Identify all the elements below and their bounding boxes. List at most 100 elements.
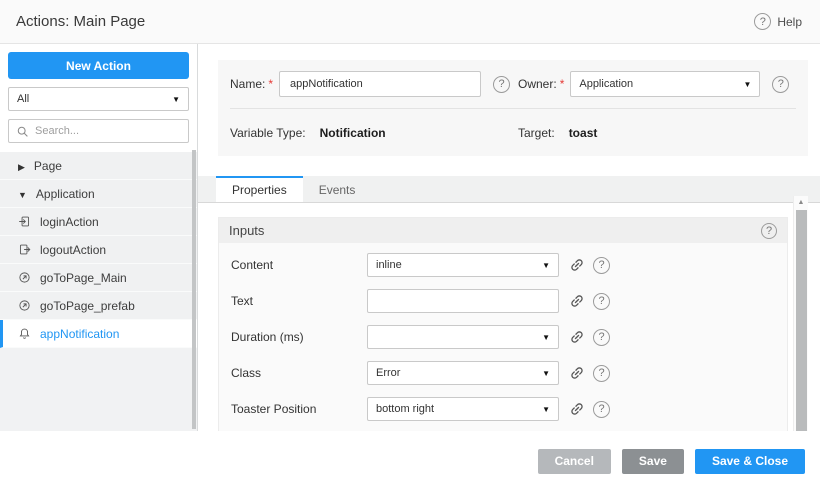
- dialog-footer: Cancel Save Save & Close: [0, 431, 820, 491]
- scrollbar-thumb[interactable]: [796, 210, 807, 431]
- inputs-section-header: Inputs: [219, 218, 787, 243]
- name-field-group: Name: *: [230, 71, 518, 97]
- sidebar-controls: New Action All: [0, 44, 197, 152]
- bind-link-icon[interactable]: [569, 401, 585, 417]
- tree-item-label: loginAction: [40, 215, 99, 229]
- name-help-icon[interactable]: [493, 76, 510, 93]
- field-help-icon[interactable]: [593, 329, 610, 346]
- field-help-icon[interactable]: [593, 293, 610, 310]
- action-filter-select[interactable]: All: [8, 87, 189, 111]
- tree-item-logoutaction[interactable]: logoutAction: [0, 236, 197, 264]
- chevron-down-icon: [542, 259, 550, 271]
- cancel-button[interactable]: Cancel: [538, 449, 611, 474]
- form-row-text: Text: [219, 283, 787, 319]
- bind-link-icon[interactable]: [569, 329, 585, 345]
- variable-type-value: Notification: [320, 126, 386, 140]
- form-row-content: Content inline: [219, 247, 787, 283]
- scroll-up-icon[interactable]: [794, 196, 808, 208]
- goto-page-icon: [18, 271, 31, 284]
- dialog-header: Actions: Main Page Help: [0, 0, 820, 44]
- tree-item-page[interactable]: Page: [0, 152, 197, 180]
- page-title: Actions: Main Page: [16, 13, 145, 30]
- content-select[interactable]: inline: [367, 253, 559, 277]
- name-input[interactable]: [279, 71, 481, 97]
- actions-sidebar: New Action All Page Application loginActio…: [0, 44, 198, 431]
- field-label: Class: [231, 366, 367, 380]
- tree-item-label: logoutAction: [40, 243, 106, 257]
- search-icon: [16, 125, 29, 138]
- properties-scrollbar[interactable]: [793, 196, 808, 431]
- tree-item-appnotification[interactable]: appNotification: [0, 320, 197, 348]
- variable-type-group: Variable Type: Notification: [230, 126, 518, 140]
- save-close-button[interactable]: Save & Close: [695, 449, 805, 474]
- tree-item-label: Page: [34, 159, 62, 173]
- search-box: [8, 119, 189, 143]
- chevron-down-icon: [172, 93, 180, 105]
- action-info-panel: Name: * Owner: * Application: [218, 60, 808, 156]
- field-value: Error: [376, 367, 542, 379]
- actions-tree: Page Application loginAction logoutAction go…: [0, 152, 197, 431]
- owner-label: Owner:: [518, 77, 557, 91]
- actions-dialog: Actions: Main Page Help New Action All P…: [0, 0, 820, 491]
- target-value: toast: [569, 126, 598, 140]
- owner-select[interactable]: Application: [570, 71, 760, 97]
- help-link[interactable]: Help: [754, 13, 802, 30]
- save-button[interactable]: Save: [622, 449, 684, 474]
- target-group: Target: toast: [518, 126, 796, 140]
- inputs-help-icon[interactable]: [761, 223, 777, 239]
- field-label: Text: [231, 294, 367, 308]
- help-label: Help: [777, 15, 802, 29]
- tree-item-application[interactable]: Application: [0, 180, 197, 208]
- caret-right-icon: [18, 159, 25, 173]
- search-input[interactable]: [35, 125, 181, 137]
- chevron-down-icon: [542, 403, 550, 415]
- field-label: Toaster Position: [231, 402, 367, 416]
- variable-type-label: Variable Type:: [230, 126, 306, 140]
- owner-value: Application: [579, 78, 743, 90]
- field-value: inline: [376, 259, 542, 271]
- text-input[interactable]: [367, 289, 559, 313]
- tree-item-label: goToPage_Main: [40, 271, 127, 285]
- tree-item-gotopage-main[interactable]: goToPage_Main: [0, 264, 197, 292]
- chevron-down-icon: [542, 331, 550, 343]
- owner-field-group: Owner: * Application: [518, 71, 796, 97]
- field-help-icon[interactable]: [593, 365, 610, 382]
- tab-events[interactable]: Events: [303, 176, 372, 202]
- field-label: Content: [231, 258, 367, 272]
- sidebar-scrollbar[interactable]: [192, 150, 196, 429]
- owner-help-icon[interactable]: [772, 76, 789, 93]
- tree-item-gotopage-prefab[interactable]: goToPage_prefab: [0, 292, 197, 320]
- notification-icon: [18, 327, 31, 340]
- caret-down-icon: [18, 187, 27, 201]
- field-help-icon[interactable]: [593, 401, 610, 418]
- duration-ms-select[interactable]: [367, 325, 559, 349]
- class-select[interactable]: Error: [367, 361, 559, 385]
- tree-item-loginaction[interactable]: loginAction: [0, 208, 197, 236]
- help-icon: [754, 13, 771, 30]
- goto-page-icon: [18, 299, 31, 312]
- detail-tabs: PropertiesEvents: [198, 176, 820, 203]
- type-target-row: Variable Type: Notification Target: toas…: [230, 108, 796, 156]
- action-detail-panel: Name: * Owner: * Application: [198, 44, 820, 431]
- bind-link-icon[interactable]: [569, 293, 585, 309]
- tree-item-label: Application: [36, 187, 95, 201]
- toaster-position-select[interactable]: bottom right: [367, 397, 559, 421]
- bind-link-icon[interactable]: [569, 257, 585, 273]
- chevron-down-icon: [743, 78, 751, 90]
- logout-icon: [18, 243, 31, 256]
- form-row-duration-ms: Duration (ms): [219, 319, 787, 355]
- inputs-section-title: Inputs: [229, 223, 264, 238]
- required-marker: *: [560, 77, 565, 91]
- new-action-button[interactable]: New Action: [8, 52, 189, 79]
- field-help-icon[interactable]: [593, 257, 610, 274]
- field-label: Duration (ms): [231, 330, 367, 344]
- name-owner-row: Name: * Owner: * Application: [230, 60, 796, 108]
- bind-link-icon[interactable]: [569, 365, 585, 381]
- dialog-body: New Action All Page Application loginActio…: [0, 44, 820, 431]
- action-filter-value: All: [17, 93, 172, 105]
- tab-properties[interactable]: Properties: [216, 176, 303, 202]
- form-row-toaster-position: Toaster Position bottom right: [219, 391, 787, 427]
- inputs-form: Content inline Text Duration (ms) Class Error…: [219, 243, 787, 431]
- field-value: bottom right: [376, 403, 542, 415]
- properties-panel: Inputs Content inline Text Duration (ms) Cla…: [218, 217, 788, 431]
